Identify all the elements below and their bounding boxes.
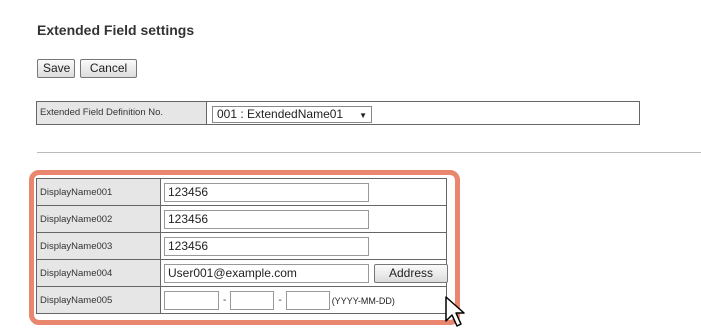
field-cell: 123456 xyxy=(160,232,447,260)
divider xyxy=(37,152,701,153)
table-row: DisplayName002 123456 xyxy=(36,205,447,233)
cancel-button[interactable]: Cancel xyxy=(80,59,137,78)
email-field[interactable]: User001@example.com xyxy=(164,264,369,283)
field-input[interactable]: 123456 xyxy=(164,210,369,229)
field-cell: User001@example.com Address xyxy=(160,259,448,287)
mouse-cursor-icon xyxy=(445,296,465,327)
definition-select-value: 001 : ExtendedName01 xyxy=(217,107,344,121)
table-row: DisplayName004 User001@example.com Addre… xyxy=(36,259,448,287)
field-label: DisplayName004 xyxy=(36,259,161,287)
extended-fields-table: DisplayName001 123456 DisplayName002 123… xyxy=(36,178,448,314)
chevron-down-icon: ▼ xyxy=(359,111,367,120)
table-row: DisplayName003 123456 xyxy=(36,232,447,260)
date-year-input[interactable] xyxy=(164,291,219,310)
date-day-input[interactable] xyxy=(285,291,330,310)
date-format-hint: (YYYY-MM-DD) xyxy=(331,295,395,306)
field-cell: 123456 xyxy=(160,178,447,206)
table-row: DisplayName005 - - (YYYY-MM-DD) xyxy=(36,286,447,314)
field-cell: - - (YYYY-MM-DD) xyxy=(160,286,447,314)
definition-select[interactable]: 001 : ExtendedName01 ▼ xyxy=(212,106,372,123)
date-month-input[interactable] xyxy=(230,291,275,310)
field-label: DisplayName003 xyxy=(36,232,161,260)
date-separator: - xyxy=(223,295,227,306)
definition-table: Extended Field Definition No. 001 : Exte… xyxy=(36,101,640,125)
field-input[interactable]: 123456 xyxy=(164,183,369,202)
field-label: DisplayName001 xyxy=(36,178,161,206)
date-input-group: - - (YYYY-MM-DD) xyxy=(164,291,395,310)
save-button[interactable]: Save xyxy=(37,59,75,78)
field-input[interactable]: 123456 xyxy=(164,237,369,256)
page-title: Extended Field settings xyxy=(37,22,195,38)
field-label: DisplayName005 xyxy=(36,286,161,314)
date-separator: - xyxy=(278,295,282,306)
definition-cell: 001 : ExtendedName01 ▼ xyxy=(207,102,639,124)
field-cell: 123456 xyxy=(160,205,447,233)
table-row: DisplayName001 123456 xyxy=(36,178,447,206)
definition-label: Extended Field Definition No. xyxy=(37,102,207,124)
address-button[interactable]: Address xyxy=(374,264,448,283)
field-label: DisplayName002 xyxy=(36,205,161,233)
